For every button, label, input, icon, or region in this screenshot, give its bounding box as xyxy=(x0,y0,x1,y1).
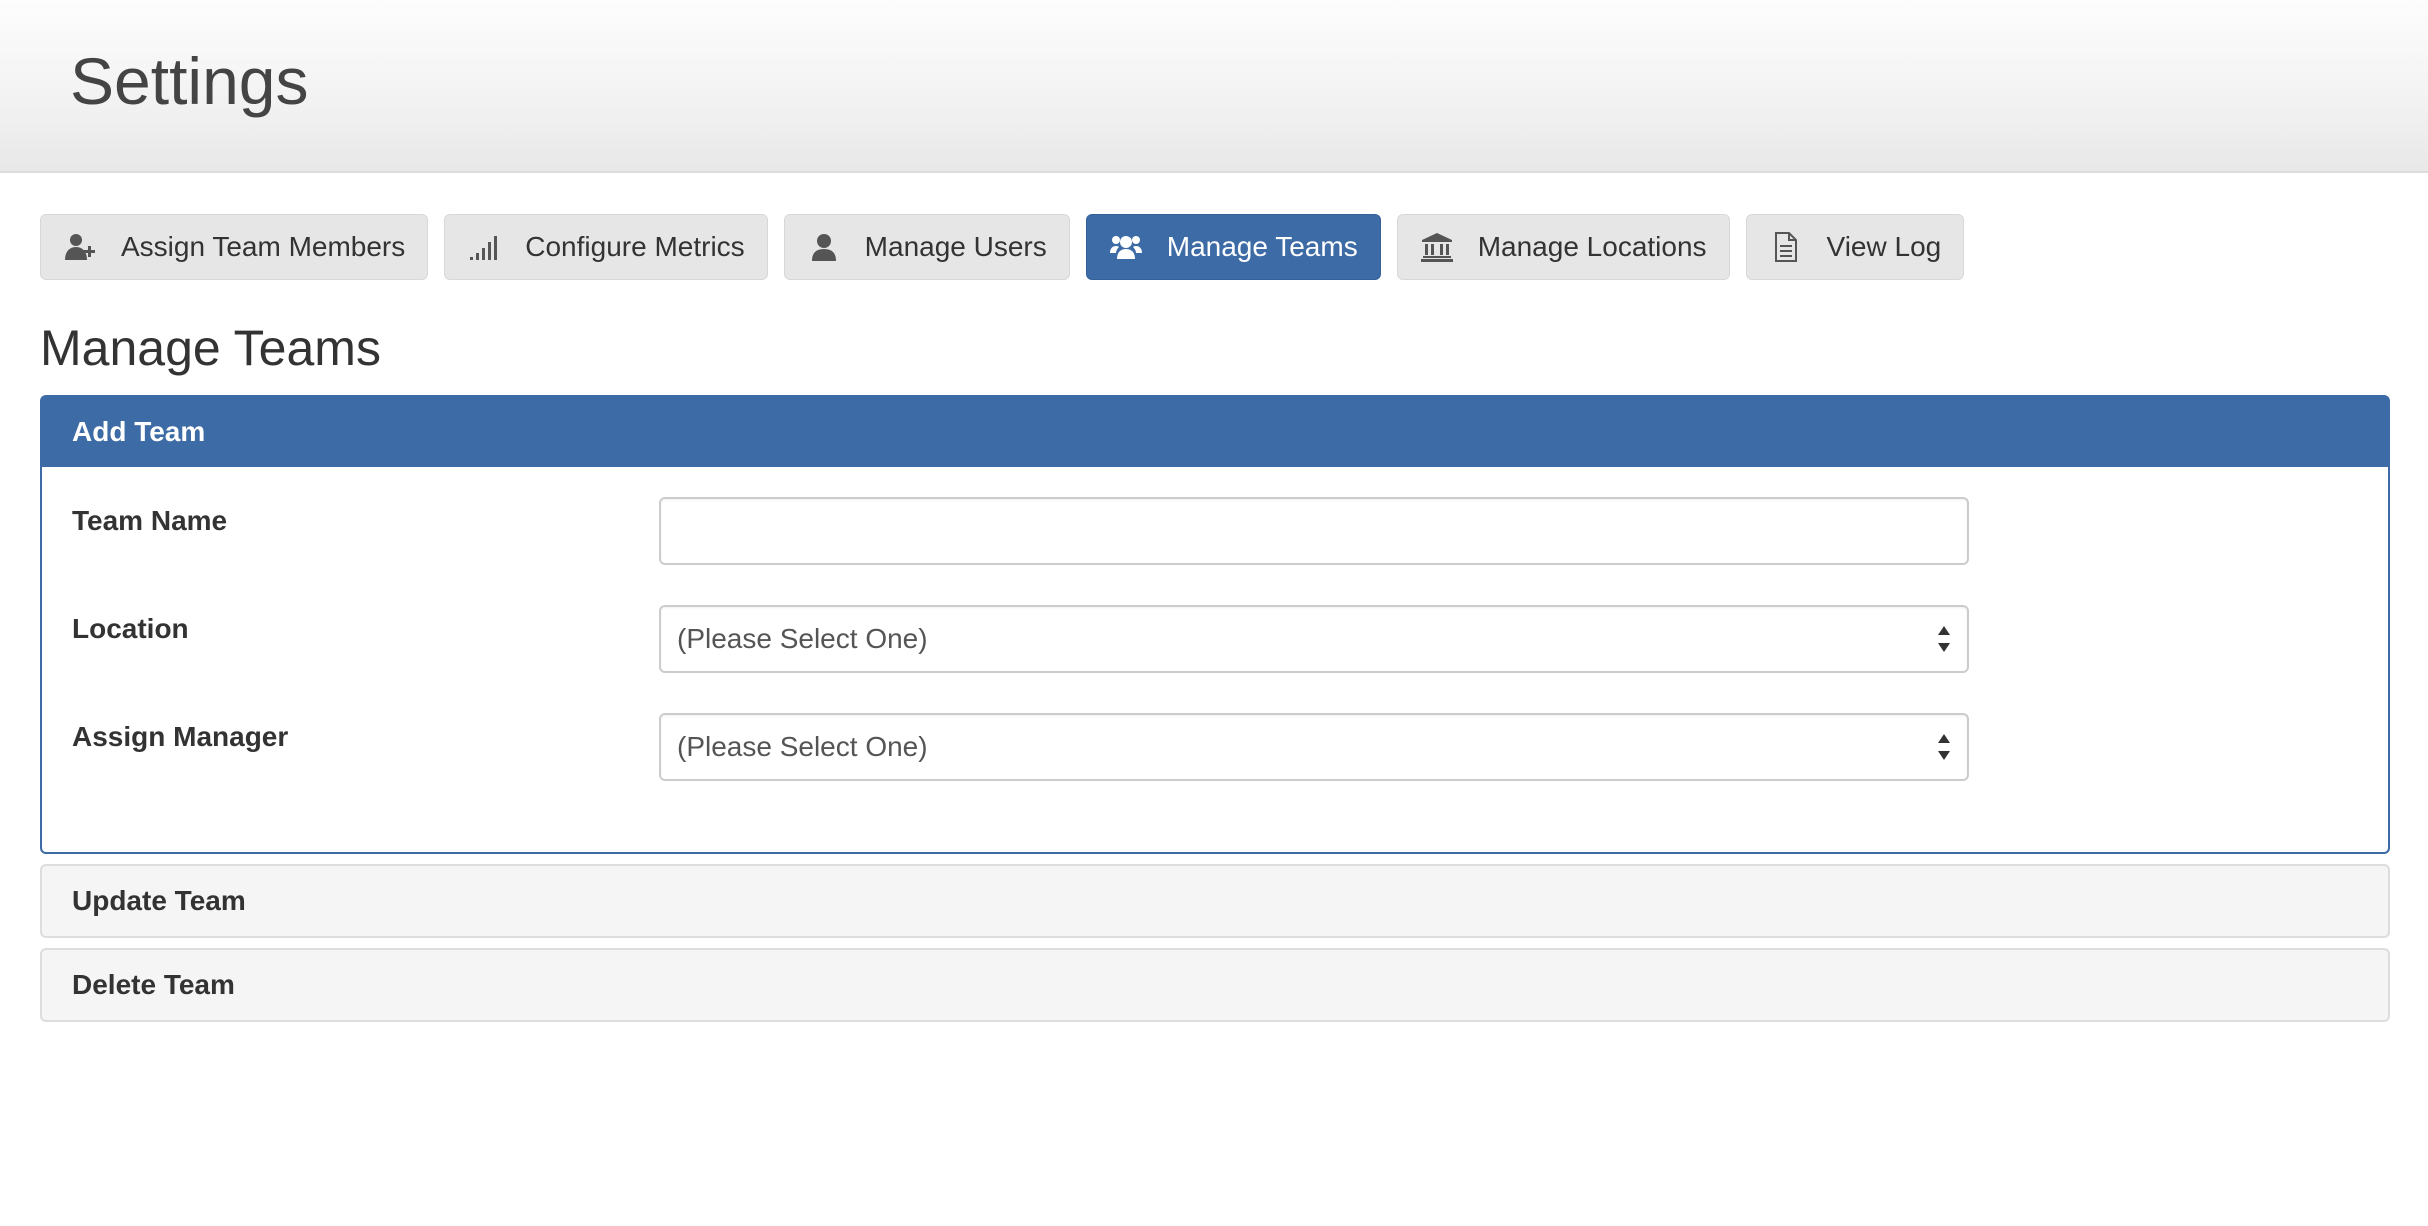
configure-metrics-button[interactable]: Configure Metrics xyxy=(444,214,768,280)
update-team-title: Update Team xyxy=(72,885,246,916)
location-label: Location xyxy=(72,613,189,644)
manage-teams-label: Manage Teams xyxy=(1166,231,1358,262)
view-log-label: View Log xyxy=(1826,231,1942,262)
assign-manager-select[interactable]: (Please Select One) xyxy=(659,713,1969,781)
manage-users-button[interactable]: Manage Users xyxy=(783,214,1070,280)
user-plus-icon xyxy=(63,230,97,264)
assign-team-members-label: Assign Team Members xyxy=(121,231,406,262)
page-heading: Manage Teams xyxy=(40,320,381,376)
bank-building-icon xyxy=(1420,230,1454,264)
assign-manager-select-value: (Please Select One) xyxy=(677,731,928,762)
location-select-value: (Please Select One) xyxy=(677,623,928,654)
add-team-panel: Add Team Team Name Location (Please Sele… xyxy=(40,395,2390,854)
configure-metrics-label: Configure Metrics xyxy=(525,231,745,262)
add-team-title: Add Team xyxy=(72,416,206,447)
document-icon xyxy=(1769,230,1803,264)
manage-teams-button[interactable]: Manage Teams xyxy=(1085,214,1381,280)
update-team-panel[interactable]: Update Team xyxy=(40,864,2390,938)
view-log-button[interactable]: View Log xyxy=(1745,214,1965,280)
team-name-input[interactable] xyxy=(659,497,1969,565)
assign-team-members-button[interactable]: Assign Team Members xyxy=(40,214,429,280)
assign-manager-label: Assign Manager xyxy=(72,721,289,752)
select-arrows-icon xyxy=(1937,626,1951,652)
header-title: Settings xyxy=(70,44,309,118)
delete-team-panel[interactable]: Delete Team xyxy=(40,948,2390,1022)
user-icon xyxy=(807,230,841,264)
select-arrows-icon xyxy=(1937,734,1951,760)
team-name-label: Team Name xyxy=(72,505,228,536)
delete-team-title: Delete Team xyxy=(72,969,235,1000)
users-group-icon xyxy=(1109,230,1143,264)
add-team-panel-header[interactable]: Add Team xyxy=(42,397,2388,467)
manage-locations-label: Manage Locations xyxy=(1477,231,1707,262)
settings-nav: Assign Team Members Configure Metrics Ma… xyxy=(40,214,1965,280)
page-header: Settings xyxy=(0,0,2428,173)
signal-bars-icon xyxy=(467,230,501,264)
manage-users-label: Manage Users xyxy=(864,231,1047,262)
manage-locations-button[interactable]: Manage Locations xyxy=(1396,214,1730,280)
location-select[interactable]: (Please Select One) xyxy=(659,605,1969,673)
